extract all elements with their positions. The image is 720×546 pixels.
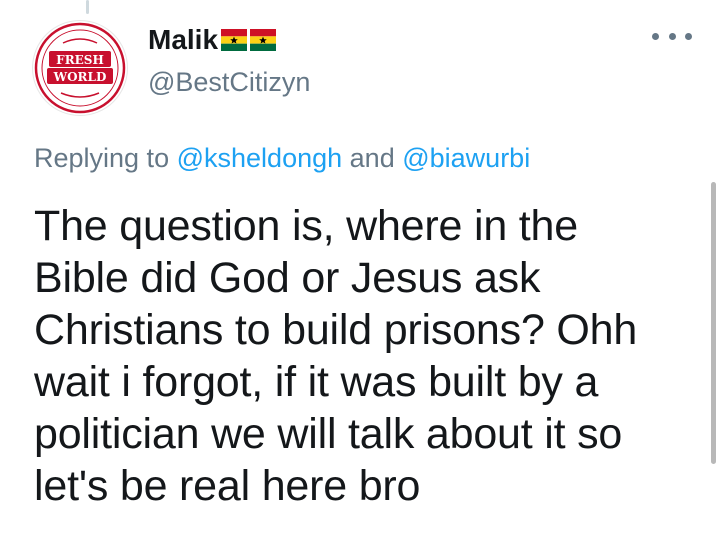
replying-to-line: Replying to @ksheldongh and @biawurbi	[34, 142, 530, 174]
scrollbar[interactable]	[711, 182, 716, 464]
replying-to-joiner: and	[349, 143, 395, 173]
more-dot	[668, 32, 676, 40]
fresh-world-logo: FRESH WORLD	[34, 22, 126, 114]
avatar[interactable]: FRESH WORLD	[32, 20, 128, 116]
mention-link-ksheldongh[interactable]: @ksheldongh	[177, 143, 343, 173]
tweet-text-line: politician we will talk about it so	[34, 410, 623, 458]
replying-to-prefix: Replying to	[34, 143, 170, 173]
more-dot	[685, 32, 692, 40]
author-handle[interactable]: @BestCitizyn	[148, 66, 310, 98]
tweet-text-line: The question is, where in the	[34, 202, 578, 250]
avatar-logo-bottom: WORLD	[53, 70, 107, 84]
tweet-text-line: Bible did God or Jesus ask	[34, 254, 541, 302]
mention-link-biawurbi[interactable]: @biawurbi	[402, 143, 530, 173]
ghana-flag-icon	[221, 29, 248, 51]
tweet-text: The question is, where in the Bible did …	[34, 200, 684, 512]
thread-connector-line	[86, 0, 89, 14]
ghana-flag-icon	[250, 29, 277, 51]
tweet-text-line: let's be real here bro	[34, 462, 421, 510]
more-dot	[652, 32, 659, 40]
tweet-text-line: Christians to build prisons? Ohh	[34, 306, 638, 354]
avatar-logo-top: FRESH	[56, 53, 104, 67]
author-display-name[interactable]: Malik	[148, 24, 218, 56]
more-horizontal-icon[interactable]	[652, 24, 692, 48]
tweet-text-line: wait i forgot, if it was built by a	[34, 358, 599, 406]
author-display-name-row[interactable]: Malik	[148, 24, 277, 56]
